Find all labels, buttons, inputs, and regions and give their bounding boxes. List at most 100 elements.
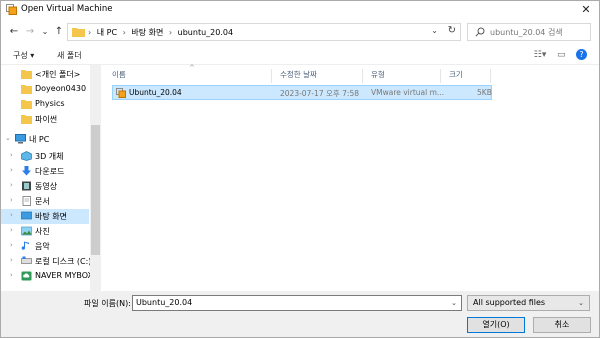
search-input[interactable]	[490, 26, 588, 38]
close-button[interactable]: ✕	[577, 2, 595, 17]
sidebar-item-personal-folder[interactable]: <개인 폴더>	[1, 67, 89, 82]
folder-icon	[21, 70, 32, 79]
sidebar-item-label: 사진	[35, 227, 50, 236]
folder-icon	[21, 100, 32, 109]
sidebar-item-label: 3D 개체	[35, 152, 64, 161]
breadcrumb-item-this-pc[interactable]: 내 PC	[97, 28, 117, 37]
sidebar-item-label: Physics	[35, 99, 65, 108]
sidebar-item-label: 내 PC	[29, 135, 50, 144]
view-options: ☷▾ ▭ ?	[526, 49, 587, 60]
file-list: 이름 ^ 수정한 날짜 유형 크기 Ubuntu_20.04 2023-07-1…	[104, 64, 599, 291]
command-bar: 구성 ▾ 새 폴더 ☷▾ ▭ ?	[1, 45, 599, 65]
up-arrow-icon[interactable]: ↑	[52, 25, 66, 39]
sidebar-item-label: <개인 폴더>	[35, 70, 81, 79]
breadcrumb-item-ubuntu[interactable]: ubuntu_20.04	[178, 28, 233, 37]
column-header-size[interactable]: 크기	[441, 69, 491, 83]
sidebar-item-label: Doyeon0430	[35, 84, 87, 93]
table-row[interactable]: Ubuntu_20.04 2023-07-17 오후 7:58 VMware v…	[112, 85, 492, 100]
chevron-down-icon[interactable]: ⌄	[451, 299, 457, 307]
sidebar-item-3d-objects[interactable]: › 3D 개체	[1, 149, 89, 164]
organize-menu-button[interactable]: 구성 ▾	[13, 50, 34, 61]
open-file-dialog: Open Virtual Machine ✕ ← → ⌄ ↑ › 내 PC › …	[0, 0, 600, 338]
pictures-icon	[21, 226, 32, 236]
column-header-name[interactable]: 이름	[104, 69, 272, 83]
chevron-down-icon[interactable]: ⌄	[578, 299, 584, 307]
title-bar: Open Virtual Machine ✕	[1, 1, 599, 18]
column-header-date-modified[interactable]: 수정한 날짜	[272, 69, 363, 83]
chevron-right-icon[interactable]: ›	[10, 211, 13, 219]
sidebar-item-label: 다운로드	[35, 167, 65, 176]
sidebar-item-label: 파이썬	[35, 115, 58, 124]
sidebar-item-videos[interactable]: › 동영상	[1, 179, 89, 194]
preview-pane-icon[interactable]: ▭	[557, 50, 566, 60]
back-arrow-icon[interactable]: ←	[7, 25, 21, 39]
vmx-file-icon	[116, 88, 126, 98]
recent-locations-chevron-icon[interactable]: ⌄	[38, 25, 52, 39]
dialog-footer: 파일 이름(N): Ubuntu_20.04 ⌄ All supported f…	[1, 291, 599, 337]
sidebar-item-naver-mybox[interactable]: › NAVER MYBOX	[1, 269, 93, 284]
file-size: 5KB	[477, 88, 492, 97]
breadcrumb-separator-icon: ›	[168, 28, 173, 37]
filename-combobox[interactable]: Ubuntu_20.04 ⌄	[132, 295, 462, 311]
chevron-right-icon[interactable]: ›	[10, 226, 13, 234]
breadcrumb-separator-icon: ›	[122, 28, 126, 37]
chevron-right-icon[interactable]: ›	[10, 256, 13, 264]
breadcrumb-item-desktop[interactable]: 바탕 화면	[131, 28, 163, 37]
column-header-type[interactable]: 유형	[363, 69, 441, 83]
open-button[interactable]: 열기(O)	[467, 317, 525, 333]
view-mode-icon[interactable]: ☷▾	[534, 50, 547, 60]
scrollbar-thumb[interactable]	[91, 125, 100, 255]
sidebar-item-python[interactable]: 파이썬	[1, 112, 89, 127]
refresh-icon[interactable]: ↻	[448, 25, 456, 36]
sidebar-item-documents[interactable]: › 문서	[1, 194, 89, 209]
chevron-right-icon[interactable]: ›	[10, 166, 13, 174]
search-icon	[475, 27, 485, 37]
breadcrumb: › 내 PC › 바탕 화면 › ubuntu_20.04	[88, 27, 236, 38]
chevron-right-icon[interactable]: ›	[10, 241, 13, 249]
sidebar-item-this-pc[interactable]: ⌄ 내 PC	[1, 132, 89, 147]
cancel-button[interactable]: 취소	[533, 317, 591, 333]
chevron-down-icon[interactable]: ⌄	[5, 134, 11, 142]
chevron-right-icon[interactable]: ›	[10, 196, 13, 204]
cube-icon	[21, 151, 32, 161]
sidebar-item-label: 로컬 디스크 (C:)	[35, 257, 92, 266]
file-type: VMware virtual m...	[371, 88, 445, 97]
film-icon	[22, 181, 31, 191]
chevron-right-icon[interactable]: ›	[10, 151, 13, 159]
computer-icon	[15, 134, 26, 144]
new-folder-button[interactable]: 새 폴더	[57, 50, 82, 61]
help-icon[interactable]: ?	[576, 49, 587, 60]
search-box[interactable]	[467, 23, 591, 41]
window-title: Open Virtual Machine	[21, 4, 113, 14]
sidebar-item-downloads[interactable]: › 다운로드	[1, 164, 89, 179]
download-icon	[22, 166, 31, 176]
file-type-filter-value: All supported files	[473, 298, 546, 307]
folder-icon	[72, 28, 85, 37]
forward-arrow-icon[interactable]: →	[23, 25, 37, 39]
sidebar-item-doyeon0430[interactable]: Doyeon0430	[1, 82, 89, 97]
sidebar-item-local-disk-c[interactable]: › 로컬 디스크 (C:)	[1, 254, 92, 269]
sort-ascending-icon: ^	[189, 64, 195, 72]
cloud-icon	[21, 271, 32, 281]
folder-icon	[21, 85, 32, 94]
navigation-pane-scrollbar[interactable]	[90, 65, 101, 291]
music-icon	[21, 241, 29, 250]
sidebar-item-desktop[interactable]: › 바탕 화면	[1, 209, 89, 224]
sidebar-item-label: 문서	[35, 197, 50, 206]
navigation-row: ← → ⌄ ↑ › 내 PC › 바탕 화면 › ubuntu_20.04 ⌄ …	[1, 21, 599, 43]
folder-icon	[21, 115, 32, 124]
breadcrumb-separator-icon: ›	[88, 28, 92, 37]
filename-label: 파일 이름(N):	[84, 299, 131, 308]
address-bar[interactable]: › 내 PC › 바탕 화면 › ubuntu_20.04 ⌄ ↻	[67, 23, 461, 41]
chevron-right-icon[interactable]: ›	[10, 181, 13, 189]
document-icon	[22, 196, 31, 206]
chevron-right-icon[interactable]: ›	[10, 271, 13, 279]
sidebar-item-music[interactable]: › 음악	[1, 239, 89, 254]
sidebar-item-pictures[interactable]: › 사진	[1, 224, 89, 239]
sidebar-item-physics[interactable]: Physics	[1, 97, 89, 112]
file-type-filter-select[interactable]: All supported files ⌄	[467, 295, 590, 311]
vmware-app-icon	[6, 4, 17, 15]
sidebar-item-label: 동영상	[35, 182, 58, 191]
address-dropdown-chevron-icon[interactable]: ⌄	[431, 26, 438, 35]
filename-value[interactable]: Ubuntu_20.04	[136, 298, 192, 307]
